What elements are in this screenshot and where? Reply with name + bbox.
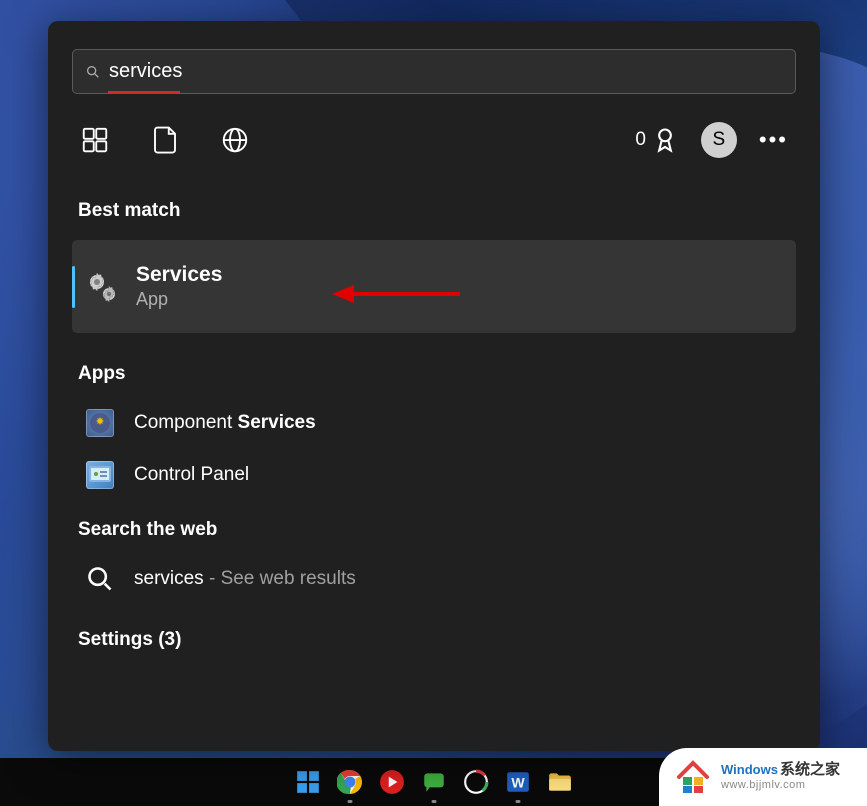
section-search-web: Search the web (78, 519, 796, 541)
web-filter-icon[interactable] (220, 125, 250, 155)
section-apps: Apps (78, 363, 796, 385)
watermark-brand-sys: 系统之家 (780, 761, 840, 779)
more-options-button[interactable]: ••• (759, 127, 788, 153)
app-result-component-services[interactable]: Component Services (86, 409, 796, 437)
rewards-badge[interactable]: 0 (635, 126, 679, 154)
watermark-logo (673, 757, 713, 797)
start-button[interactable] (295, 769, 321, 795)
search-input[interactable] (109, 60, 783, 83)
search-icon (86, 565, 114, 593)
snip-icon[interactable] (463, 769, 489, 795)
section-settings[interactable]: Settings (3) (78, 629, 796, 651)
selection-indicator (72, 266, 75, 308)
apps-filter-icon[interactable] (80, 125, 110, 155)
search-icon (85, 64, 101, 80)
best-match-title: Services (136, 263, 222, 287)
filter-row: 0 S ••• (72, 122, 796, 158)
services-app-icon (84, 269, 120, 305)
spellcheck-underline (108, 91, 180, 94)
user-avatar[interactable]: S (701, 122, 737, 158)
best-match-result[interactable]: Services App (72, 240, 796, 333)
component-services-icon (86, 409, 114, 437)
annotation-arrow (332, 282, 462, 306)
file-explorer-icon[interactable] (547, 769, 573, 795)
result-label: Control Panel (134, 464, 249, 486)
rewards-count: 0 (635, 129, 646, 151)
search-box[interactable] (72, 49, 796, 94)
watermark: Windows 系统之家 www.bjjmlv.com (659, 748, 867, 806)
documents-filter-icon[interactable] (150, 125, 180, 155)
start-search-panel: 0 S ••• Best match Services App (48, 21, 820, 751)
watermark-brand-win: Windows (721, 762, 778, 778)
section-best-match: Best match (78, 200, 796, 222)
app-result-control-panel[interactable]: Control Panel (86, 461, 796, 489)
watermark-url: www.bjjmlv.com (721, 779, 840, 792)
youtube-music-icon[interactable] (379, 769, 405, 795)
avatar-initial: S (713, 129, 726, 151)
control-panel-icon (86, 461, 114, 489)
result-label: Component Services (134, 412, 316, 434)
web-result[interactable]: services - See web results (86, 565, 796, 593)
chrome-icon[interactable] (337, 769, 363, 795)
word-icon[interactable]: W (505, 769, 531, 795)
rewards-icon (651, 126, 679, 154)
chat-icon[interactable] (421, 769, 447, 795)
result-label: services - See web results (134, 568, 356, 590)
svg-text:W: W (511, 774, 525, 790)
best-match-subtitle: App (136, 289, 222, 310)
